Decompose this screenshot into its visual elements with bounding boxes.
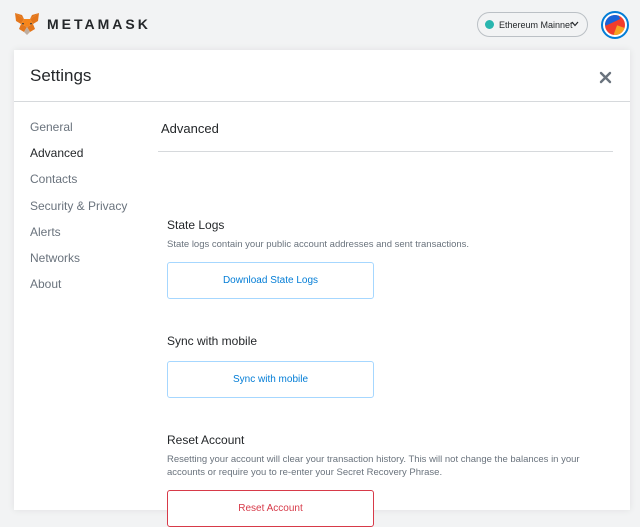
reset-account-section: Reset Account Resetting your account wil… [167,433,607,527]
content-title: Advanced [161,121,219,136]
top-bar: METAMASK Ethereum Mainnet [0,0,640,50]
account-identicon [605,15,625,35]
sidebar-item-networks[interactable]: Networks [30,250,160,276]
settings-panel: Settings General Advanced Contacts Secur… [14,50,630,527]
content-divider [158,151,613,152]
settings-header: Settings [14,50,630,102]
sidebar-item-advanced[interactable]: Advanced [30,145,160,171]
reset-account-description: Resetting your account will clear your t… [167,454,580,478]
download-state-logs-button[interactable]: Download State Logs [167,262,374,299]
state-logs-section: State Logs State logs contain your publi… [167,218,607,299]
reset-account-button[interactable]: Reset Account [167,490,374,527]
sync-mobile-section: Sync with mobile Sync with mobile [167,334,607,398]
app-logo[interactable]: METAMASK [14,12,151,36]
network-status-dot [485,20,494,29]
sidebar-item-general[interactable]: General [30,119,160,145]
reset-account-title: Reset Account [167,433,245,447]
fox-logo-icon [15,13,39,35]
settings-sidebar: General Advanced Contacts Security & Pri… [30,119,160,302]
app-brand-name: METAMASK [47,16,151,32]
state-logs-description: State logs contain your public account a… [167,239,470,250]
sidebar-item-security-privacy[interactable]: Security & Privacy [30,198,160,224]
chevron-down-icon [571,21,579,27]
sync-mobile-title: Sync with mobile [167,334,258,348]
state-logs-title: State Logs [167,218,225,232]
sidebar-item-contacts[interactable]: Contacts [30,171,160,197]
sidebar-item-alerts[interactable]: Alerts [30,224,160,250]
page-title: Settings [30,66,92,85]
network-label: Ethereum Mainnet [499,19,573,30]
sync-with-mobile-button[interactable]: Sync with mobile [167,361,374,398]
network-selector[interactable]: Ethereum Mainnet [477,12,588,37]
close-icon[interactable] [599,71,612,84]
account-menu-button[interactable] [601,11,629,39]
sidebar-item-about[interactable]: About [30,276,160,302]
